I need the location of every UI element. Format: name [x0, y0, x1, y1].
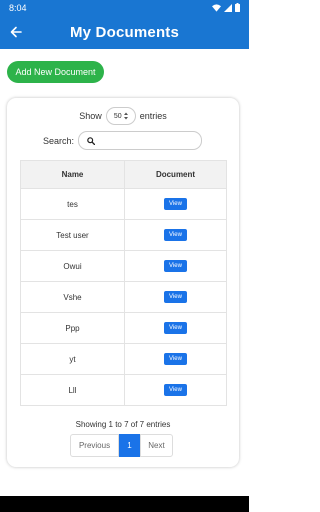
- documents-card: Show 50 entries Search: Name Document te…: [7, 98, 239, 467]
- table-row: Test user View: [20, 219, 227, 251]
- status-bar: 8:04: [0, 0, 249, 15]
- status-icons: [212, 3, 240, 12]
- pagination-next[interactable]: Next: [140, 434, 173, 457]
- document-name: Ppp: [20, 312, 125, 344]
- column-header-name: Name: [20, 160, 125, 189]
- document-name: yt: [20, 343, 125, 375]
- table-row: Vshe View: [20, 281, 227, 313]
- status-time: 8:04: [9, 2, 27, 13]
- view-button[interactable]: View: [164, 260, 187, 272]
- page-title: My Documents: [69, 23, 180, 41]
- table-row: Owui View: [20, 250, 227, 282]
- app-bar: My Documents: [0, 15, 249, 49]
- back-button[interactable]: [0, 15, 32, 49]
- document-name: Test user: [20, 219, 125, 251]
- document-name: Vshe: [20, 281, 125, 313]
- view-button[interactable]: View: [164, 322, 187, 334]
- table-header-row: Name Document: [20, 160, 227, 189]
- search-icon: [87, 136, 96, 145]
- document-cell: View: [124, 343, 227, 375]
- document-name: Lll: [20, 374, 125, 406]
- entries-select[interactable]: 50: [105, 107, 136, 125]
- battery-icon: [235, 3, 240, 12]
- view-button[interactable]: View: [164, 291, 187, 303]
- table-row: tes View: [20, 188, 227, 220]
- view-button[interactable]: View: [164, 198, 187, 210]
- system-navigation-bar: [0, 496, 249, 512]
- document-cell: View: [124, 250, 227, 282]
- document-name: Owui: [20, 250, 125, 282]
- table-row: Lll View: [20, 374, 227, 406]
- select-arrows-icon: [123, 112, 128, 120]
- view-button[interactable]: View: [164, 384, 187, 396]
- entries-label: entries: [139, 111, 167, 121]
- column-header-document: Document: [124, 160, 227, 189]
- table-row: yt View: [20, 343, 227, 375]
- view-button[interactable]: View: [164, 353, 187, 365]
- search-control: Search:: [43, 131, 203, 150]
- wifi-icon: [212, 3, 221, 12]
- search-input[interactable]: [78, 131, 203, 150]
- documents-table: Name Document tes View Test user View Ow…: [20, 160, 227, 406]
- table-row: Ppp View: [20, 312, 227, 344]
- pagination-previous[interactable]: Previous: [70, 434, 119, 457]
- back-arrow-icon: [10, 26, 22, 38]
- document-cell: View: [124, 219, 227, 251]
- entries-length-control: Show 50 entries: [7, 107, 239, 125]
- document-cell: View: [124, 374, 227, 406]
- document-name: tes: [20, 188, 125, 220]
- view-button[interactable]: View: [164, 229, 187, 241]
- entries-select-value: 50: [113, 112, 122, 120]
- table-info: Showing 1 to 7 of 7 entries: [75, 420, 171, 429]
- add-new-document-button[interactable]: Add New Document: [7, 61, 104, 83]
- signal-icon: [224, 3, 232, 12]
- document-cell: View: [124, 312, 227, 344]
- search-label: Search:: [43, 135, 75, 146]
- document-cell: View: [124, 188, 227, 220]
- pagination: Previous 1 Next: [70, 434, 173, 457]
- document-cell: View: [124, 281, 227, 313]
- show-label: Show: [79, 111, 102, 121]
- pagination-page-1[interactable]: 1: [119, 434, 140, 457]
